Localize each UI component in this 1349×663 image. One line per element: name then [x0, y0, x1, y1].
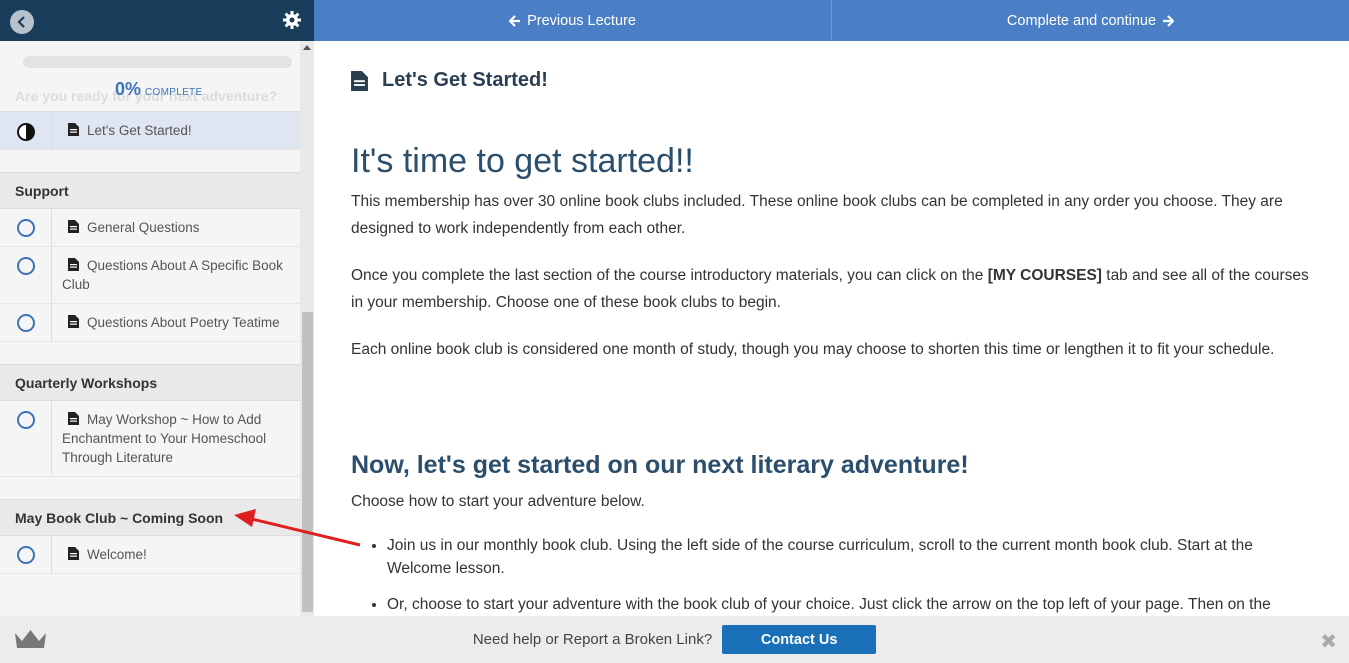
lecture-content: Let's Get Started! It's time to get star… — [314, 41, 1349, 616]
section-title-quarterly-workshops: Quarterly Workshops — [0, 364, 300, 401]
document-icon — [68, 220, 79, 233]
half-circle-icon — [16, 123, 35, 141]
complete-continue-button[interactable]: Complete and continue — [831, 0, 1349, 41]
lesson-status — [0, 304, 52, 341]
lesson-title: General Questions — [87, 220, 200, 235]
lesson-label: Let's Get Started! — [52, 112, 300, 149]
course-progress: Are you ready for your next adventure? 0… — [0, 41, 300, 111]
instructions-list: Join us in our monthly book club. Using … — [351, 534, 1311, 616]
close-icon[interactable]: ✖ — [1320, 629, 1337, 654]
contact-us-button[interactable]: Contact Us — [722, 625, 877, 654]
help-footer: Need help or Report a Broken Link? Conta… — [0, 616, 1349, 663]
lesson-item[interactable]: Welcome! — [0, 536, 300, 574]
document-icon — [351, 70, 368, 91]
spacer — [0, 342, 300, 364]
lesson-status — [0, 247, 52, 303]
document-icon — [68, 258, 79, 271]
lesson-item[interactable]: General Questions — [0, 209, 300, 247]
document-icon — [68, 547, 79, 560]
section-title-may-book-club: May Book Club ~ Coming Soon — [0, 499, 300, 536]
gear-icon[interactable] — [282, 10, 302, 30]
document-icon — [68, 123, 79, 136]
crown-icon — [15, 630, 46, 648]
incomplete-circle-icon — [16, 219, 35, 237]
previous-lecture-label: Previous Lecture — [527, 12, 636, 29]
sidebar-scroll-area[interactable]: Are you ready for your next adventure? 0… — [0, 41, 300, 616]
lesson-label: General Questions — [52, 209, 300, 246]
arrow-right-icon — [1163, 14, 1175, 27]
lesson-title: Let's Get Started! — [87, 123, 192, 138]
lesson-item[interactable]: Questions About Poetry Teatime — [0, 304, 300, 342]
help-text: Need help or Report a Broken Link? — [472, 631, 713, 648]
document-icon — [68, 412, 79, 425]
progress-label: COMPLETE — [145, 87, 203, 98]
incomplete-circle-icon — [16, 257, 35, 275]
back-button[interactable] — [10, 10, 34, 34]
document-icon — [68, 315, 79, 328]
incomplete-circle-icon — [16, 546, 35, 564]
section-title-support: Support — [0, 172, 300, 209]
progress-percent: 0% COMPLETE — [115, 79, 202, 100]
course-sidebar: Are you ready for your next adventure? 0… — [0, 0, 314, 663]
paragraph-3: Each online book club is considered one … — [351, 341, 1275, 358]
sidebar-header — [0, 0, 314, 41]
lesson-item-active[interactable]: Let's Get Started! — [0, 111, 300, 150]
lesson-title: Welcome! — [87, 547, 147, 562]
lesson-title: Questions About Poetry Teatime — [87, 315, 280, 330]
lesson-status — [0, 401, 52, 476]
lesson-status — [0, 209, 52, 246]
progress-bar — [23, 56, 292, 68]
scrollbar-thumb[interactable] — [302, 312, 313, 612]
paragraph-2-start: Once you complete the last section of th… — [351, 267, 988, 284]
spacer — [0, 477, 300, 499]
back-arrow-icon — [17, 16, 25, 28]
sidebar-scrollbar[interactable] — [300, 41, 314, 616]
lesson-label: Questions About Poetry Teatime — [52, 304, 300, 341]
scroll-up-icon[interactable] — [303, 45, 311, 50]
previous-lecture-button[interactable]: Previous Lecture — [314, 0, 831, 41]
list-item: Join us in our monthly book club. Using … — [387, 534, 1311, 580]
lesson-status — [0, 112, 52, 149]
lesson-heading: Let's Get Started! — [351, 69, 548, 92]
incomplete-circle-icon — [16, 314, 35, 332]
my-courses-text: [MY COURSES] — [987, 267, 1102, 284]
lesson-heading-text: Let's Get Started! — [382, 69, 548, 91]
lecture-nav: Previous Lecture Complete and continue — [314, 0, 1349, 41]
paragraph-4: Choose how to start your adventure below… — [351, 493, 645, 510]
lesson-label: May Workshop ~ How to Add Enchantment to… — [52, 401, 300, 476]
lesson-title: Questions About A Specific Book Club — [62, 258, 283, 292]
lesson-title: May Workshop ~ How to Add Enchantment to… — [62, 412, 267, 465]
list-item: Or, choose to start your adventure with … — [387, 593, 1311, 616]
incomplete-circle-icon — [16, 411, 35, 429]
section-heading: Now, let's get started on our next liter… — [351, 451, 969, 479]
arrow-left-icon — [509, 14, 521, 27]
progress-number: 0% — [115, 79, 142, 99]
page-title: It's time to get started!! — [351, 142, 694, 180]
paragraph-2: Once you complete the last section of th… — [351, 262, 1321, 316]
lesson-status — [0, 536, 52, 573]
lesson-label: Welcome! — [52, 536, 300, 573]
lesson-label: Questions About A Specific Book Club — [52, 247, 300, 303]
lesson-item[interactable]: Questions About A Specific Book Club — [0, 247, 300, 304]
spacer — [0, 150, 300, 172]
complete-continue-label: Complete and continue — [1006, 12, 1157, 29]
paragraph-1: This membership has over 30 online book … — [351, 193, 1283, 237]
lesson-item[interactable]: May Workshop ~ How to Add Enchantment to… — [0, 401, 300, 477]
